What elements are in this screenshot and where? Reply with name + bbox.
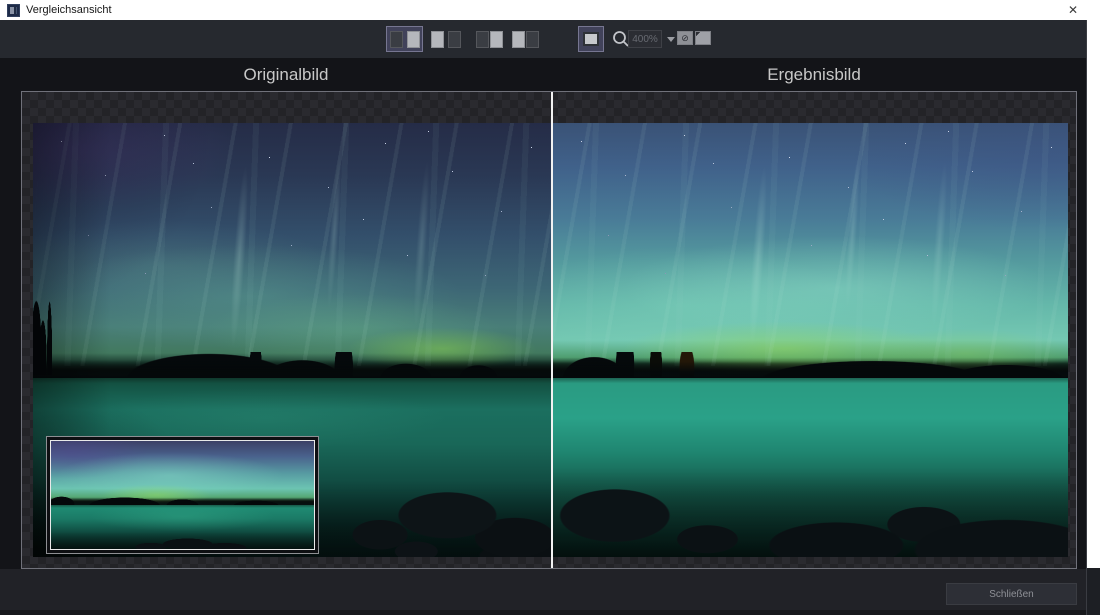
panel-labels-row: Originalbild Ergebnisbild [21, 58, 1077, 91]
split-view-icon [476, 31, 503, 48]
chevron-down-icon [667, 37, 675, 42]
side-by-side-swapped-icon [431, 31, 461, 48]
dialog-footer: Schließen [0, 569, 1086, 610]
original-image-label: Originalbild [21, 58, 551, 91]
navigator-treeline [51, 495, 314, 505]
window-title: Vergleichsansicht [26, 4, 112, 16]
single-view-icon [583, 32, 599, 46]
layout-original-left-button[interactable] [386, 26, 423, 52]
layout-split-original-left-button[interactable] [471, 26, 508, 52]
stars-layer [553, 123, 554, 124]
navigator-rocks [51, 525, 314, 549]
aurora-streaks-layer [553, 123, 1068, 366]
fit-to-window-icon: ⊘ [681, 34, 689, 43]
window-titlebar: Vergleichsansicht ✕ [0, 0, 1100, 20]
split-divider[interactable] [551, 92, 553, 568]
toolbar: 400% ⊘ [0, 20, 1086, 58]
treeline-silhouette [553, 352, 1068, 378]
zoom-level-dropdown-button[interactable] [664, 30, 677, 48]
window-bottom-edge [0, 610, 1086, 615]
zoom-fit-button[interactable]: ⊘ [677, 31, 693, 45]
result-image[interactable] [553, 123, 1068, 557]
layout-split-original-right-button[interactable] [507, 26, 544, 52]
layout-original-right-button[interactable] [427, 26, 464, 52]
result-image-label: Ergebnisbild [551, 58, 1077, 91]
window-close-button[interactable]: ✕ [1058, 0, 1088, 20]
background-app-area [1087, 568, 1100, 615]
foreground-rocks [553, 409, 1068, 557]
close-dialog-button[interactable]: Schließen [946, 583, 1077, 605]
layout-single-view-button[interactable] [578, 26, 604, 52]
comparison-panel [21, 91, 1077, 569]
side-by-side-icon [390, 31, 420, 48]
zoom-level-field[interactable]: 400% [628, 30, 662, 48]
split-view-swapped-icon [512, 31, 539, 48]
app-icon [7, 4, 20, 17]
zoom-original-button[interactable] [695, 31, 711, 45]
navigator-frame [50, 440, 315, 550]
comparison-dialog: 400% ⊘ Originalbild Ergebnisbild [0, 20, 1087, 615]
zoom-level-value: 400% [632, 34, 658, 45]
navigator-thumbnail[interactable] [46, 436, 319, 554]
